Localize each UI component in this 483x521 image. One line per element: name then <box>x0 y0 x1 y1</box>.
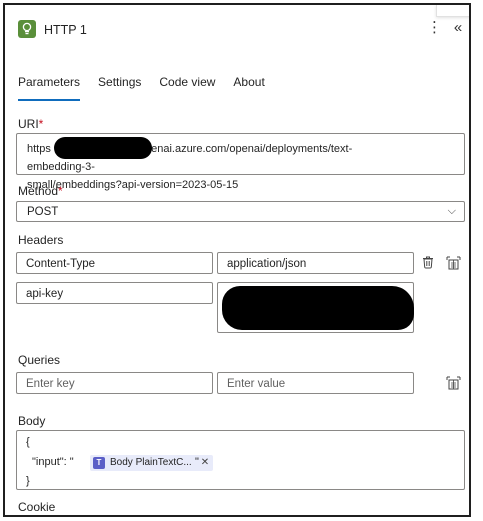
header-key-input[interactable]: api-key <box>16 282 213 304</box>
uri-prefix: https <box>27 143 51 155</box>
teams-icon: T <box>93 457 105 469</box>
query-value-placeholder: Enter value <box>227 378 286 390</box>
http-action-panel: HTTP 1 ⋮ « Parameters Settings Code view… <box>3 3 471 517</box>
method-value: POST <box>27 206 59 218</box>
more-vertical-icon[interactable]: ⋮ <box>427 19 442 37</box>
method-select[interactable]: POST ⌵ <box>16 201 465 222</box>
tab-settings[interactable]: Settings <box>98 75 141 101</box>
query-key-placeholder: Enter key <box>26 378 75 390</box>
headers-label: Headers <box>18 233 64 247</box>
close-icon[interactable]: ✕ <box>201 455 209 471</box>
tab-code-view[interactable]: Code view <box>159 75 215 101</box>
uri-required-star: * <box>38 117 44 131</box>
redacted-api-key <box>222 286 414 330</box>
body-input-close-quote: " <box>195 456 199 468</box>
body-editor[interactable]: { "input": " T Body PlainTextC... ✕ " } <box>16 430 465 490</box>
switch-to-text-mode-icon[interactable] <box>446 256 462 272</box>
header-value-input[interactable] <box>217 282 414 333</box>
redacted-host <box>54 137 152 159</box>
double-chevron-left-icon[interactable]: « <box>449 19 467 37</box>
body-input-key: "input": " <box>32 456 74 468</box>
header-value-input[interactable]: application/json <box>217 252 414 274</box>
switch-to-text-mode-icon[interactable] <box>446 376 462 392</box>
header-key-value: api-key <box>26 288 64 300</box>
body-open-brace: { <box>26 436 30 448</box>
method-required-star: * <box>58 184 63 198</box>
chevron-down-icon[interactable]: ⌵ <box>448 205 456 218</box>
query-value-input[interactable]: Enter value <box>217 372 414 394</box>
tab-about[interactable]: About <box>233 75 264 101</box>
token-label: Body PlainTextC... <box>110 457 192 468</box>
lightbulb-icon <box>18 20 36 38</box>
cookie-label: Cookie <box>18 500 56 514</box>
action-title[interactable]: HTTP 1 <box>44 23 87 37</box>
method-label: Method* <box>18 184 63 198</box>
uri-input[interactable]: https openai.azure.com/openai/deployments… <box>16 133 465 191</box>
tab-parameters[interactable]: Parameters <box>18 75 81 101</box>
panel-header: HTTP 1 ⋮ « <box>5 5 469 55</box>
uri-label: URI* <box>18 117 43 131</box>
header-key-input[interactable]: Content-Type <box>16 252 213 274</box>
query-key-input[interactable]: Enter key <box>16 372 213 394</box>
trash-icon[interactable] <box>421 255 437 271</box>
uri-label-text: URI <box>18 117 39 131</box>
cookie-input[interactable] <box>16 516 465 517</box>
queries-label: Queries <box>18 353 61 367</box>
header-key-value: Content-Type <box>26 258 96 270</box>
tab-bar: Parameters Settings Code view About <box>18 75 283 101</box>
method-label-text: Method <box>18 184 59 198</box>
body-label: Body <box>18 414 46 428</box>
body-close-brace: } <box>26 475 30 487</box>
header-value-value: application/json <box>227 258 307 270</box>
